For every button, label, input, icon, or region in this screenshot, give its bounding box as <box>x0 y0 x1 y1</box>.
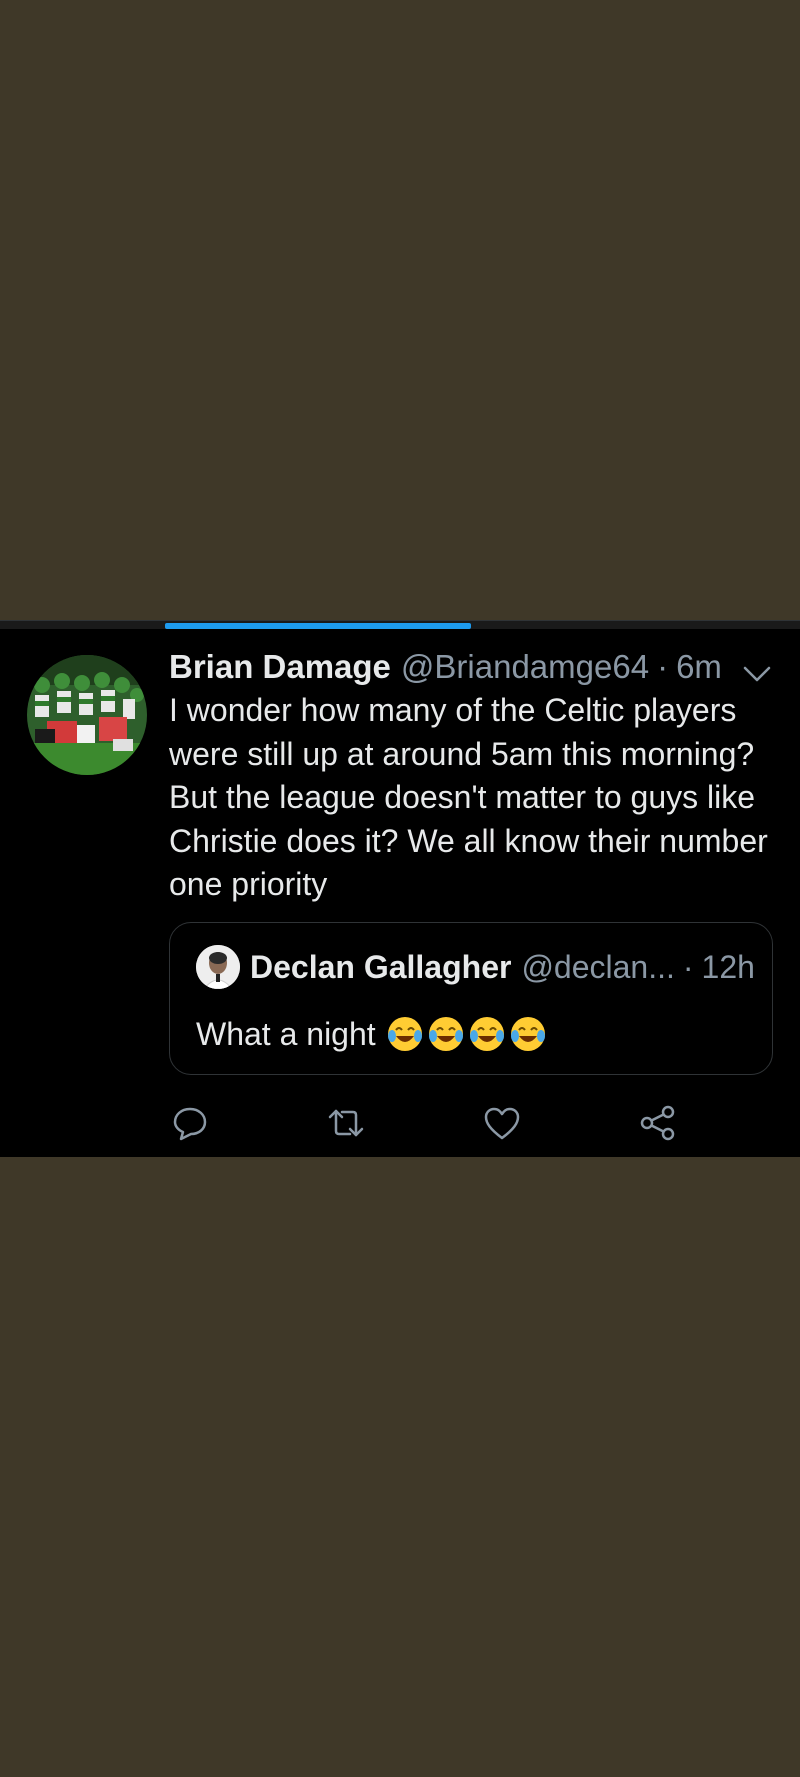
quoted-author-handle[interactable]: @declan... <box>521 949 674 986</box>
retweet-icon[interactable] <box>326 1103 366 1143</box>
face-with-tears-of-joy-icon <box>428 1017 463 1051</box>
face-with-tears-of-joy-icon <box>510 1017 545 1051</box>
chevron-down-icon[interactable] <box>742 662 772 686</box>
separator-dot: · <box>657 648 669 685</box>
progress-indicator <box>165 623 471 629</box>
tweet-header: Brian Damage @Briandamge64 · 6m <box>169 647 775 687</box>
share-icon[interactable] <box>638 1103 678 1143</box>
quoted-tweet-card[interactable]: Declan Gallagher @declan... · 12h What a… <box>169 922 773 1075</box>
quoted-tweet-timestamp[interactable]: 12h <box>702 949 755 986</box>
emoji-row <box>386 1015 550 1053</box>
quoted-tweet-header: Declan Gallagher @declan... · 12h <box>196 945 755 989</box>
tweet-timestamp[interactable]: 6m <box>676 647 722 687</box>
quoted-tweet-text-row: What a night <box>196 1015 550 1053</box>
author-name[interactable]: Brian Damage <box>169 647 391 687</box>
tweet-content: Brian Damage @Briandamge64 · 6m I wonder… <box>169 647 775 907</box>
quoted-author-name[interactable]: Declan Gallagher <box>250 949 511 986</box>
face-with-tears-of-joy-icon <box>469 1017 504 1051</box>
tweet-text: I wonder how many of the Celtic players … <box>169 692 768 902</box>
quoted-tweet-text: What a night <box>196 1015 376 1052</box>
quoted-separator-dot: · <box>682 948 694 985</box>
quoted-author-avatar[interactable] <box>196 945 240 989</box>
tweet-card[interactable]: Brian Damage @Briandamge64 · 6m I wonder… <box>0 620 800 1157</box>
author-avatar[interactable] <box>27 655 147 775</box>
author-handle[interactable]: @Briandamge64 <box>401 647 649 687</box>
like-icon[interactable] <box>482 1103 522 1143</box>
reply-icon[interactable] <box>170 1103 210 1143</box>
tweet-actions <box>170 1103 690 1143</box>
top-divider <box>0 620 800 629</box>
face-with-tears-of-joy-icon <box>387 1017 422 1051</box>
